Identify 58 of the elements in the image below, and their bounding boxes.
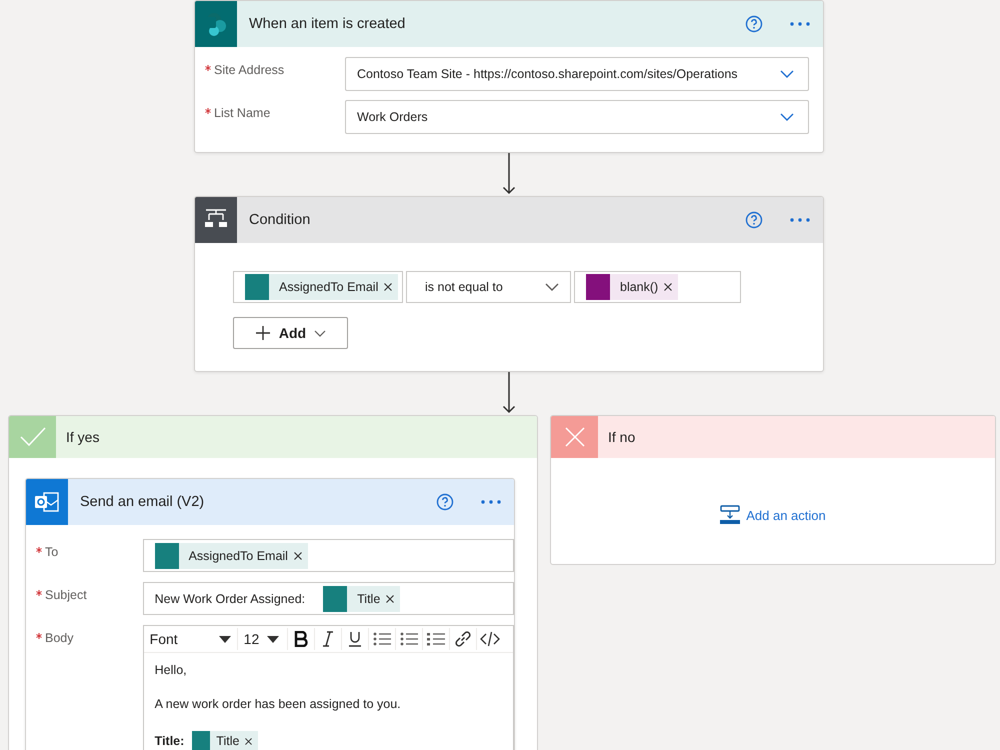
- dynamic-token[interactable]: Title: [192, 731, 258, 750]
- body-text: Hello,: [154, 663, 187, 677]
- dynamic-token[interactable]: AssignedTo Email: [154, 542, 308, 568]
- dynamic-token[interactable]: Title: [323, 586, 400, 612]
- token-icon: [323, 586, 348, 612]
- connector-arrow: [502, 153, 516, 196]
- dropdown-field[interactable]: Work Orders: [345, 100, 809, 134]
- input-field[interactable]: AssignedTo Email: [142, 539, 514, 572]
- token-icon: [192, 731, 210, 750]
- remove-icon[interactable]: [245, 738, 252, 744]
- branch-title: If no: [608, 429, 636, 445]
- chevron-down-icon: [545, 283, 559, 291]
- field-label: Body: [45, 631, 74, 645]
- font-size-dropdown[interactable]: 12: [238, 628, 288, 650]
- input-field[interactable]: New Work Order Assigned: Title: [142, 582, 514, 615]
- sharepoint-icon: [195, 1, 237, 47]
- body-text: A new work order has been assigned to you.: [154, 697, 401, 711]
- caret-down-icon: [267, 636, 280, 642]
- plus-icon: [254, 325, 271, 341]
- add-action-link[interactable]: Add an action: [714, 504, 832, 526]
- value-field[interactable]: AssignedTo Email: [233, 271, 403, 303]
- branch-title: If yes: [66, 429, 100, 445]
- field-label: To: [45, 545, 58, 559]
- card-title: Condition: [249, 212, 312, 228]
- font-dropdown[interactable]: Font: [144, 628, 238, 650]
- email-body-field[interactable]: Hello, A new work order has been assigned to you. Title: Title: [144, 653, 513, 750]
- help-icon[interactable]: [436, 493, 454, 511]
- chevron-down-icon: [780, 113, 794, 121]
- dynamic-token[interactable]: AssignedTo Email: [245, 274, 398, 300]
- remove-icon[interactable]: [664, 283, 672, 291]
- value-field[interactable]: blank(): [574, 271, 741, 303]
- more-icon[interactable]: [789, 21, 811, 27]
- field-label: Subject: [45, 588, 87, 602]
- more-icon[interactable]: [789, 217, 811, 223]
- token-icon: [245, 274, 269, 300]
- token-icon: [154, 542, 179, 568]
- card-title: Send an email (V2): [80, 494, 206, 510]
- dropdown-field[interactable]: Contoso Team Site - https://contoso.sharepoint.com/sites/Operations: [345, 57, 809, 91]
- remove-icon[interactable]: [294, 552, 302, 560]
- chevron-down-icon: [314, 330, 326, 336]
- card-title: When an item is created: [249, 16, 406, 32]
- remove-icon[interactable]: [384, 283, 392, 291]
- remove-icon[interactable]: [386, 594, 394, 602]
- help-icon[interactable]: [745, 211, 763, 229]
- help-icon[interactable]: [745, 15, 763, 33]
- chevron-down-icon: [780, 70, 794, 78]
- connector-arrow: [502, 372, 516, 415]
- add-button[interactable]: Add: [233, 317, 348, 349]
- add-action-icon: [720, 505, 740, 525]
- operator-dropdown[interactable]: is not equal to: [406, 271, 571, 303]
- field-label: Site Address: [214, 63, 284, 77]
- body-label: Title:: [154, 734, 184, 748]
- field-label: List Name: [214, 106, 270, 120]
- more-icon[interactable]: [480, 499, 502, 505]
- caret-down-icon: [218, 636, 231, 642]
- expression-token[interactable]: blank(): [586, 274, 678, 300]
- field-text: New Work Order Assigned:: [154, 592, 306, 606]
- token-icon: [586, 274, 610, 300]
